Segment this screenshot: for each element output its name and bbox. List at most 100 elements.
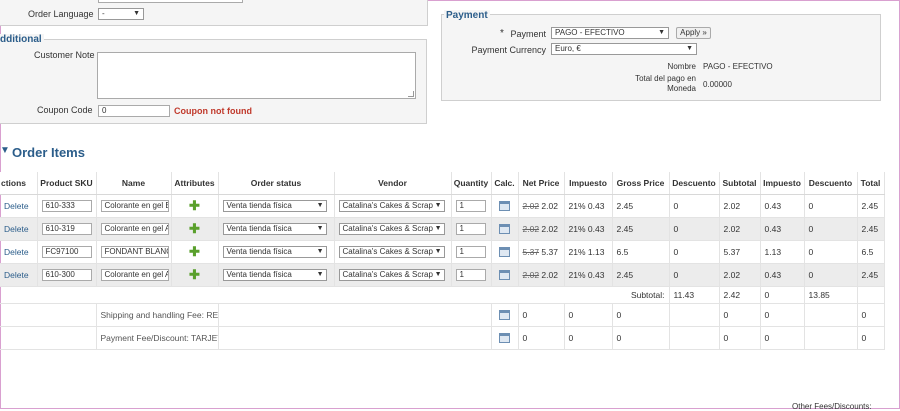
order-items-title[interactable]: ▼ Order Items [0,145,85,160]
calculator-icon[interactable] [499,310,510,321]
gross-price-cell: 6.5 [612,240,670,264]
order-status-value: Venta tienda física [226,201,292,210]
coupon-code-input[interactable]: 0 [98,105,170,117]
order-status-select[interactable]: Venta tienda física ▼ [222,223,327,235]
vendor-select[interactable]: Catalina's Cakes & Scrap ▼ [338,200,445,212]
tax2-cell: 0.43 [760,194,805,218]
empty-cell [804,326,858,350]
delete-link[interactable]: Delete [4,201,29,211]
vendor-select[interactable]: Catalina's Cakes & Scrap ▼ [338,269,445,281]
additional-legend: dditional [0,34,44,45]
delete-link[interactable]: Delete [4,270,29,280]
col-calc: Calc. [491,172,519,195]
tax-cell: 21% 0.43 [564,194,613,218]
discount2-cell: 0 [804,194,858,218]
sku-input[interactable]: 610-300 [41,269,92,281]
fee-tax: 0 [564,326,613,350]
quantity-input[interactable]: 1 [455,246,486,258]
subtotal-cell: 2.02 [719,217,761,241]
order-status-select[interactable]: Venta tienda física ▼ [222,246,327,258]
col-product-sku: Product SKU [37,172,97,195]
col-impuesto: Impuesto [564,172,613,195]
payment-method-value: PAGO - EFECTIVO [555,28,625,37]
vendor-select[interactable]: Catalina's Cakes & Scrap ▼ [338,223,445,235]
discount-cell: 0 [669,194,720,218]
delete-link[interactable]: Delete [4,247,29,257]
order-status-value: Venta tienda física [226,224,292,233]
sku-input[interactable]: FC97100 [41,246,92,258]
sku-input[interactable]: 610-319 [41,223,92,235]
gross-price-cell: 2.45 [612,217,670,241]
calculator-icon[interactable] [499,224,510,235]
col-total: Total [857,172,885,195]
table-header-row: ctions Product SKU Name Attributes Order… [0,172,885,195]
order-status-select[interactable]: Venta tienda física ▼ [222,269,327,281]
vendor-value: Catalina's Cakes & Scrap [342,224,433,233]
collapse-chevron-icon: ▼ [0,145,10,156]
discount-cell: 0 [669,263,720,287]
nombre-label: Nombre [667,62,696,71]
calculator-icon[interactable] [499,270,510,281]
empty-cell [804,303,858,327]
calculator-icon[interactable] [499,333,510,344]
vendor-value: Catalina's Cakes & Scrap [342,270,433,279]
payment-currency-value: Euro, € [555,44,581,53]
col-descuento: Descuento [669,172,720,195]
quantity-input[interactable]: 1 [455,200,486,212]
name-input[interactable]: Colorante en gel ALI [100,269,169,281]
quantity-input[interactable]: 1 [455,269,486,281]
sku-input[interactable]: 610-333 [41,200,92,212]
subtotal-grand-total: 13.85 [804,286,858,304]
empty-cell [218,303,492,327]
add-attribute-icon[interactable]: ✚ [189,267,200,282]
fee-total: 0 [857,303,885,327]
coupon-error-message: Coupon not found [174,106,252,116]
payment-label: Payment [510,29,546,39]
tax-cell: 21% 0.43 [564,217,613,241]
net-price: 2.02 [541,201,558,211]
shipping-fee-label: Shipping and handling Fee: RECOGIDA EN T… [96,303,219,327]
table-row: Delete 610-319 Colorante en gel AZ ✚ Ven… [0,217,885,241]
tax2-cell: 0.43 [760,217,805,241]
col-descuento-2: Descuento [804,172,858,195]
calculator-icon[interactable] [499,201,510,212]
fee-net: 0 [518,326,565,350]
chevron-down-icon: ▼ [133,10,140,17]
add-attribute-icon[interactable]: ✚ [189,221,200,236]
total-cell: 2.45 [857,263,885,287]
delete-link[interactable]: Delete [4,224,29,234]
add-attribute-icon[interactable]: ✚ [189,198,200,213]
payment-currency-select[interactable]: Euro, € ▼ [551,43,697,55]
name-input[interactable]: FONDANT BLANCO [100,246,169,258]
name-input[interactable]: Colorante en gel BU [100,200,169,212]
col-vendor: Vendor [334,172,452,195]
top-field[interactable] [98,0,243,3]
fee-net: 0 [518,303,565,327]
total-cell: 2.45 [857,217,885,241]
discount2-cell: 0 [804,240,858,264]
vendor-select[interactable]: Catalina's Cakes & Scrap ▼ [338,246,445,258]
net-price: 5.37 [541,247,558,257]
gross-price-cell: 2.45 [612,194,670,218]
empty-cell [0,326,97,350]
order-status-value: Venta tienda física [226,247,292,256]
empty-cell [218,326,492,350]
col-name: Name [96,172,172,195]
chevron-down-icon: ▼ [316,202,324,209]
empty-cell [669,326,720,350]
nombre-value: PAGO - EFECTIVO [703,62,773,71]
name-input[interactable]: Colorante en gel AZ [100,223,169,235]
order-language-select[interactable]: - ▼ [98,8,144,20]
col-impuesto-2: Impuesto [760,172,805,195]
discount2-cell: 0 [804,217,858,241]
apply-button[interactable]: Apply » [676,27,711,39]
calculator-icon[interactable] [499,247,510,258]
coupon-code-label: Coupon Code [37,105,93,115]
subtotal-label: Subtotal: [0,286,670,304]
customer-note-textarea[interactable] [97,52,416,99]
quantity-input[interactable]: 1 [455,223,486,235]
payment-method-select[interactable]: PAGO - EFECTIVO ▼ [551,27,669,39]
total-pago-label-line2: Moneda [667,84,696,93]
add-attribute-icon[interactable]: ✚ [189,244,200,259]
order-status-select[interactable]: Venta tienda física ▼ [222,200,327,212]
